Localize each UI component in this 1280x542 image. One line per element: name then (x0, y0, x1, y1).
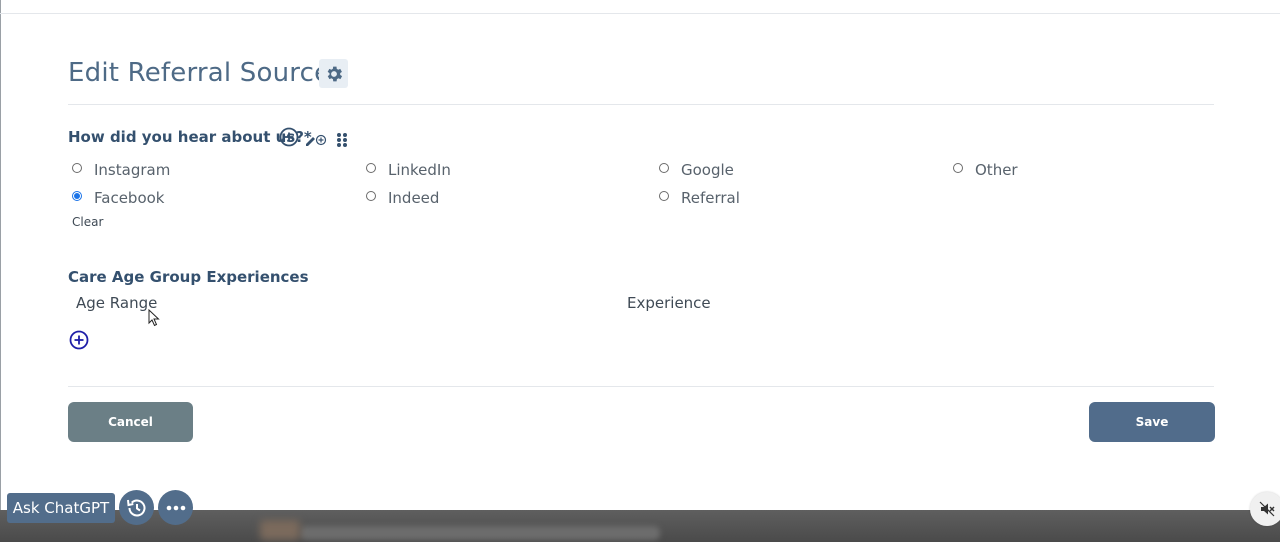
more-horizontal-icon (166, 505, 185, 510)
header-divider (0, 13, 1280, 14)
radio-button[interactable] (659, 163, 669, 173)
radio-option-label: Instagram (94, 161, 171, 179)
title-divider (68, 104, 1214, 105)
background-page (0, 510, 1280, 542)
radio-option-other[interactable]: Other (953, 160, 1018, 180)
radio-option-linkedin[interactable]: LinkedIn (366, 160, 451, 180)
edit-add-icon[interactable] (304, 132, 328, 146)
referral-question-label: How did you hear about us?* (68, 128, 312, 146)
more-options-button[interactable] (158, 490, 193, 525)
radio-option-label: Referral (681, 189, 740, 207)
radio-option-facebook[interactable]: Facebook (72, 188, 164, 208)
history-icon (126, 499, 145, 516)
radio-option-instagram[interactable]: Instagram (72, 160, 170, 180)
radio-option-indeed[interactable]: Indeed (366, 188, 439, 208)
radio-button[interactable] (366, 163, 376, 173)
radio-option-referral[interactable]: Referral (659, 188, 740, 208)
column-header-experience: Experience (627, 294, 711, 312)
radio-button[interactable] (659, 191, 669, 201)
save-button[interactable]: Save (1089, 402, 1215, 442)
radio-button[interactable] (72, 163, 82, 173)
age-group-section-label: Care Age Group Experiences (68, 268, 309, 286)
drag-handle-icon[interactable] (336, 132, 348, 148)
mute-button[interactable] (1250, 492, 1280, 526)
radio-button[interactable] (366, 191, 376, 201)
radio-button-selected[interactable] (72, 191, 82, 201)
history-button[interactable] (119, 490, 154, 525)
settings-button[interactable] (319, 59, 348, 88)
add-option-icon[interactable] (279, 127, 299, 147)
gear-icon (327, 66, 342, 81)
page-title: Edit Referral Source (68, 58, 331, 88)
radio-option-label: LinkedIn (388, 161, 451, 179)
window-left-edge (0, 0, 1, 510)
mouse-pointer-icon (148, 309, 160, 327)
column-header-age-range: Age Range (76, 294, 158, 312)
radio-option-label: Facebook (94, 189, 165, 207)
volume-mute-icon (1259, 501, 1275, 517)
radio-button[interactable] (953, 163, 963, 173)
radio-option-label: Other (975, 161, 1018, 179)
clear-selection-link[interactable]: Clear (72, 215, 103, 229)
ask-chatgpt-button[interactable]: Ask ChatGPT (7, 493, 115, 523)
add-age-group-icon[interactable] (69, 330, 89, 350)
radio-option-label: Google (681, 161, 734, 179)
footer-divider (68, 386, 1214, 387)
radio-option-google[interactable]: Google (659, 160, 734, 180)
cancel-button[interactable]: Cancel (68, 402, 193, 442)
radio-option-label: Indeed (388, 189, 440, 207)
